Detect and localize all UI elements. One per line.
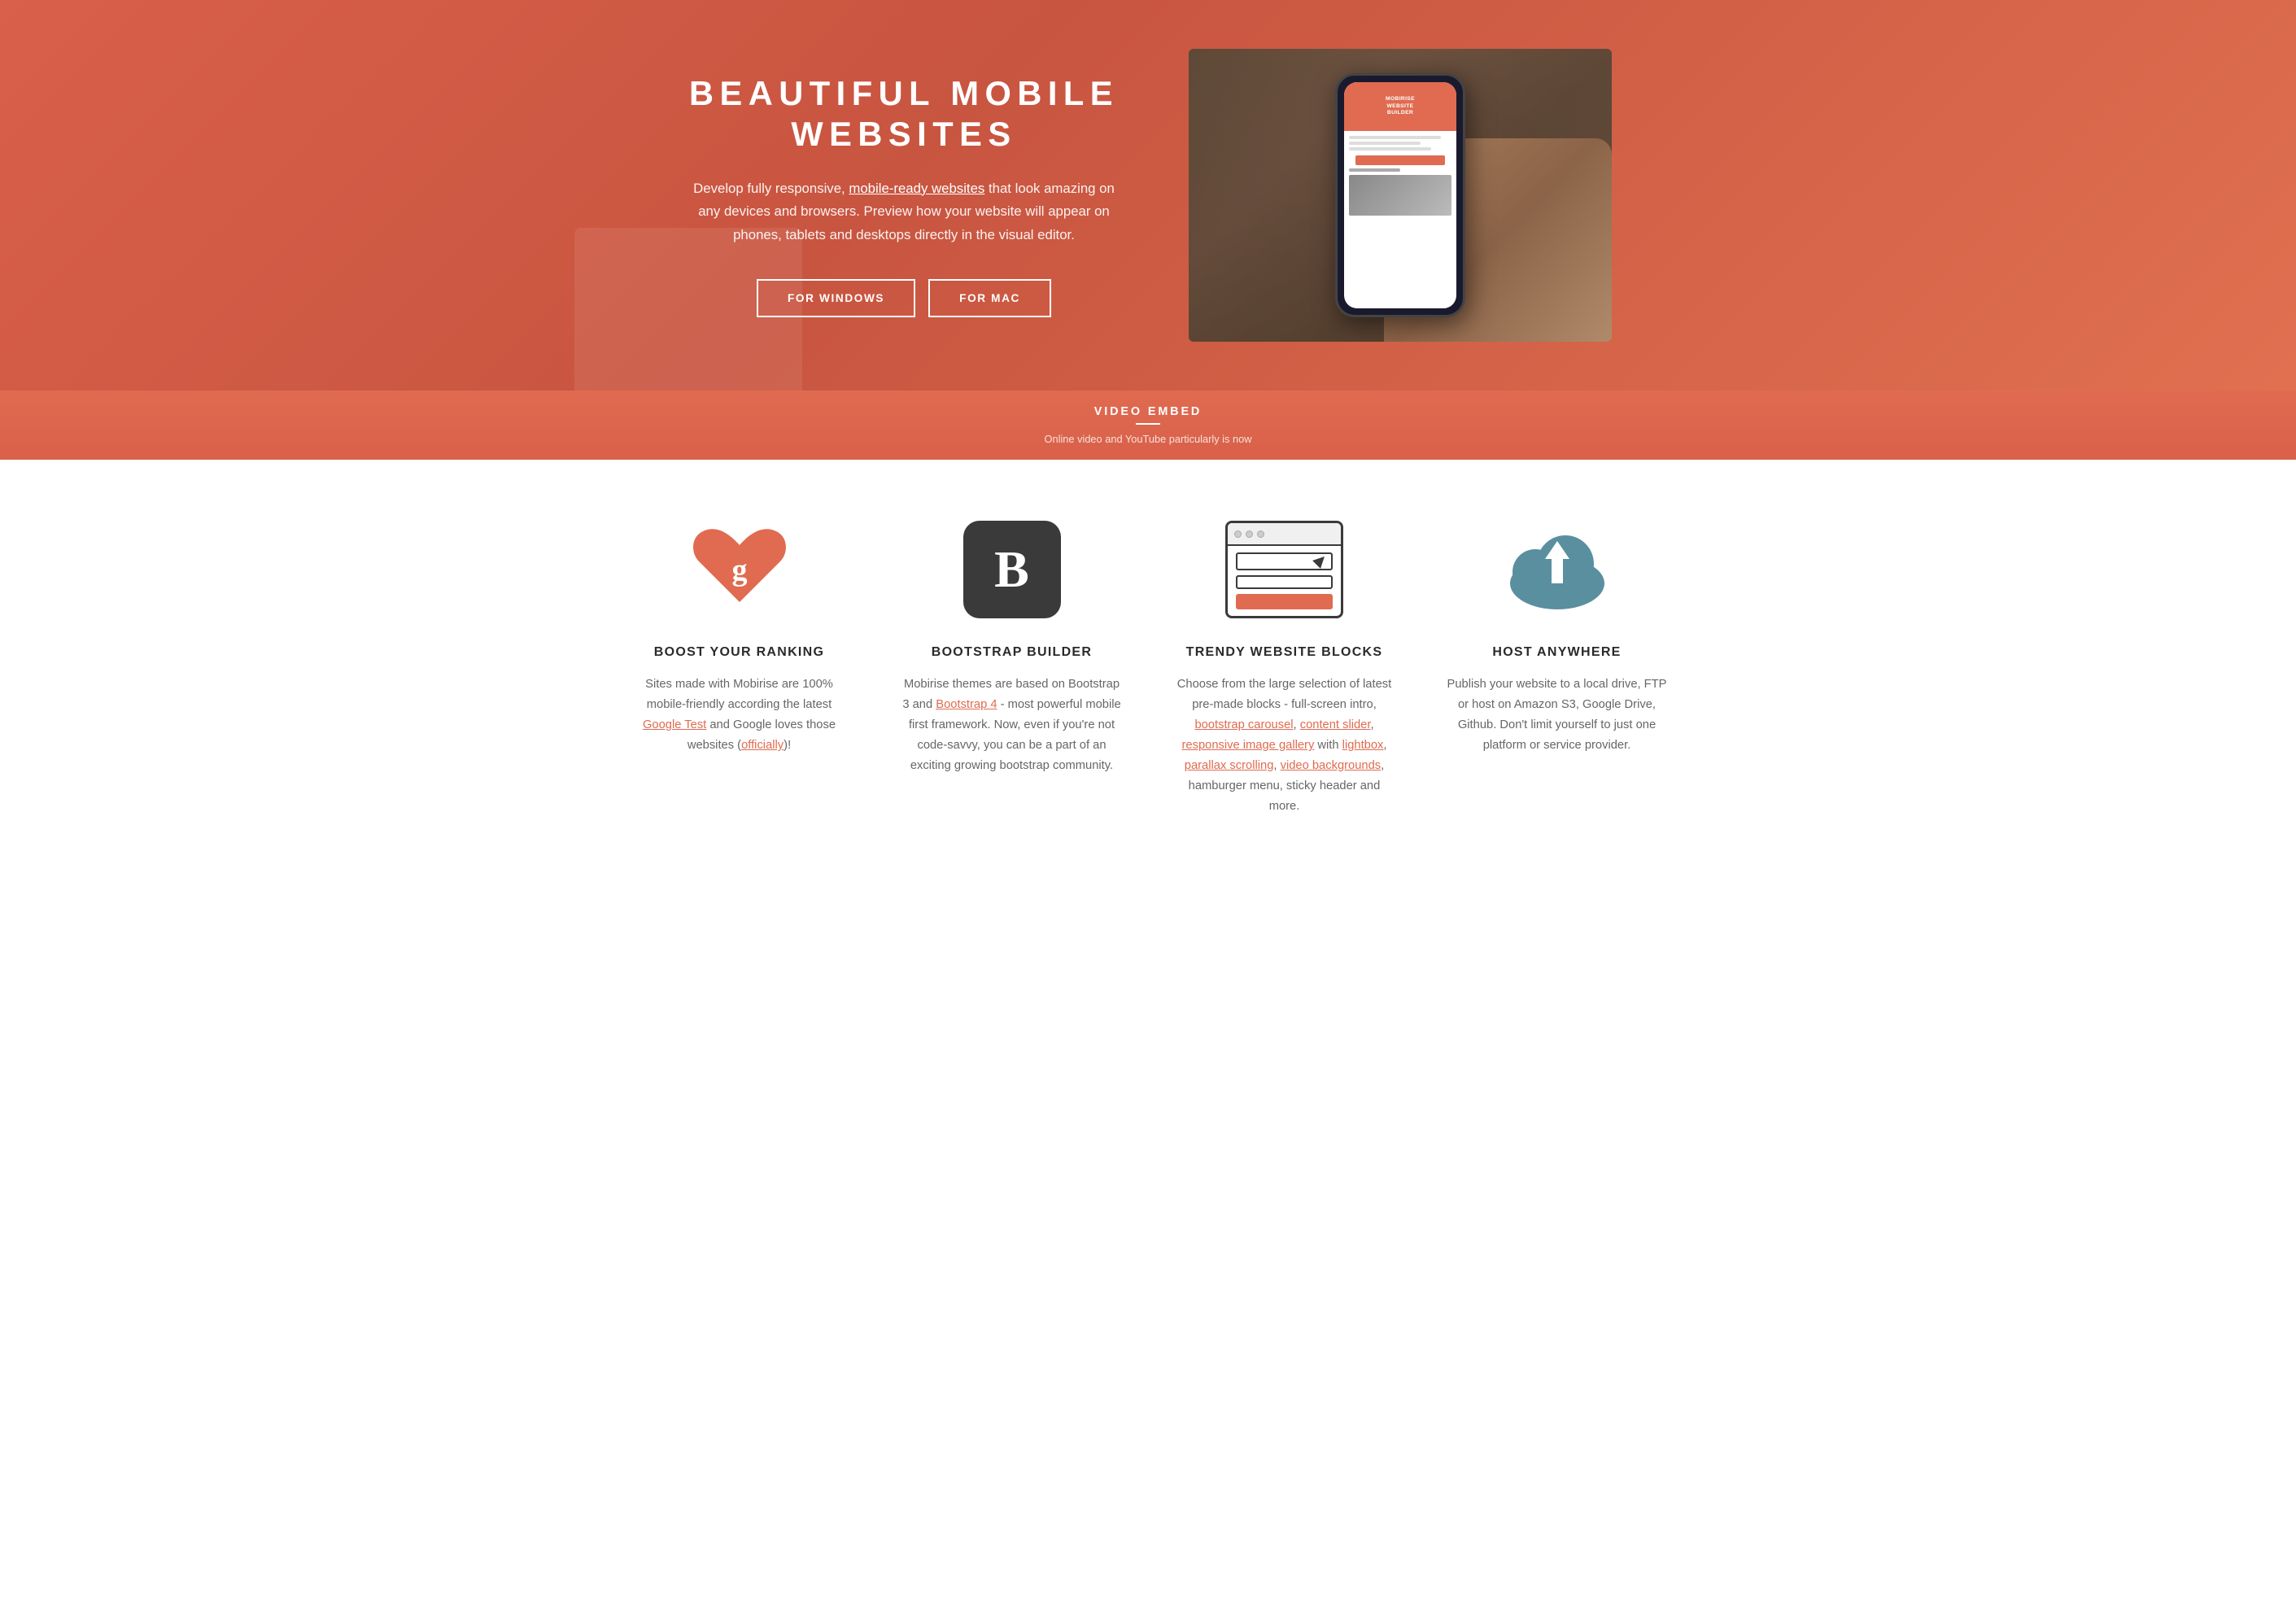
hero-buttons: FOR WINDOWS FOR MAC xyxy=(652,279,1156,317)
boost-desc-text3: )! xyxy=(784,739,791,752)
mobile-ready-link[interactable]: mobile-ready websites xyxy=(849,181,984,196)
trendy-sep3: , xyxy=(1383,739,1386,752)
boost-desc-text1: Sites made with Mobirise are 100% mobile… xyxy=(645,678,833,711)
browser-body xyxy=(1228,546,1341,616)
phone-screen-line1 xyxy=(1349,136,1441,139)
bootstrap-builder-title: BOOTSTRAP BUILDER xyxy=(900,645,1124,660)
phone-screen-line3 xyxy=(1349,147,1431,151)
hero-content: BEAUTIFUL MOBILE WEBSITES Develop fully … xyxy=(619,0,1677,391)
trendy-desc-text2: with xyxy=(1314,739,1342,752)
video-embed-title: VIDEO EMBED xyxy=(33,405,2263,418)
bootstrap-builder-desc: Mobirise themes are based on Bootstrap 3… xyxy=(900,674,1124,776)
feature-host-anywhere: HOST ANYWHERE Publish your website to a … xyxy=(1437,517,1677,817)
boost-ranking-title: BOOST YOUR RANKING xyxy=(627,645,851,660)
hero-description: Develop fully responsive, mobile-ready w… xyxy=(692,177,1115,247)
video-bg-link[interactable]: video backgrounds xyxy=(1281,759,1382,772)
browser-footer-block xyxy=(1236,594,1333,609)
phone-screen-line4 xyxy=(1349,168,1400,172)
feature-boost-ranking: g BOOST YOUR RANKING Sites made with Mob… xyxy=(619,517,859,817)
video-embed-strip: VIDEO EMBED Online video and YouTube par… xyxy=(0,391,2296,460)
features-grid: g BOOST YOUR RANKING Sites made with Mob… xyxy=(619,517,1677,817)
boost-ranking-icon-wrap: g xyxy=(627,517,851,622)
browser-dot1 xyxy=(1234,530,1242,538)
feature-bootstrap-builder: B BOOTSTRAP BUILDER Mobirise themes are … xyxy=(892,517,1132,817)
hero-right-panel: MOBIRISEWEBSITEBUILDER xyxy=(1189,49,1612,342)
hero-section: BEAUTIFUL MOBILE WEBSITES Develop fully … xyxy=(0,0,2296,391)
hero-left-panel: BEAUTIFUL MOBILE WEBSITES Develop fully … xyxy=(652,73,1156,317)
hero-desc-text1: Develop fully responsive, xyxy=(693,181,849,196)
hero-phone-image: MOBIRISEWEBSITEBUILDER xyxy=(1189,49,1612,342)
boost-ranking-desc: Sites made with Mobirise are 100% mobile… xyxy=(627,674,851,756)
heart-icon: g xyxy=(691,525,788,614)
browser-dot3 xyxy=(1257,530,1264,538)
browser-dot2 xyxy=(1246,530,1253,538)
phone-screen: MOBIRISEWEBSITEBUILDER xyxy=(1344,82,1456,308)
phone-screen-body xyxy=(1344,131,1456,220)
svg-text:g: g xyxy=(731,553,747,587)
bootstrap-icon: B xyxy=(963,521,1061,618)
browser-nav xyxy=(1236,552,1333,570)
trendy-blocks-desc: Choose from the large selection of lates… xyxy=(1172,674,1396,817)
cursor-arrow xyxy=(1312,552,1329,569)
content-slider-link[interactable]: content slider xyxy=(1300,718,1371,731)
phone-mockup: MOBIRISEWEBSITEBUILDER xyxy=(1335,73,1465,317)
trendy-sep1: , xyxy=(1294,718,1300,731)
browser-nav-block xyxy=(1236,552,1333,570)
features-section: g BOOST YOUR RANKING Sites made with Mob… xyxy=(0,460,2296,882)
bootstrap-carousel-link[interactable]: bootstrap carousel xyxy=(1194,718,1293,731)
bootstrap-b-letter: B xyxy=(994,543,1029,596)
phone-screen-button xyxy=(1355,155,1445,165)
trendy-desc-text1: Choose from the large selection of lates… xyxy=(1177,678,1391,711)
phone-screen-line2 xyxy=(1349,142,1421,145)
browser-top-bar xyxy=(1228,523,1341,546)
host-anywhere-icon-wrap xyxy=(1445,517,1669,622)
windows-button[interactable]: FOR WINDOWS xyxy=(757,279,915,317)
host-anywhere-desc: Publish your website to a local drive, F… xyxy=(1445,674,1669,756)
phone-screen-header: MOBIRISEWEBSITEBUILDER xyxy=(1344,82,1456,131)
parallax-link[interactable]: parallax scrolling xyxy=(1185,759,1274,772)
responsive-gallery-link[interactable]: responsive image gallery xyxy=(1182,739,1315,752)
trendy-blocks-icon-wrap xyxy=(1172,517,1396,622)
trendy-sep4: , xyxy=(1273,759,1280,772)
lightbox-link[interactable]: lightbox xyxy=(1342,739,1384,752)
host-anywhere-title: HOST ANYWHERE xyxy=(1445,645,1669,660)
video-embed-desc: Online video and YouTube particularly is… xyxy=(945,433,1351,445)
hero-title: BEAUTIFUL MOBILE WEBSITES xyxy=(652,73,1156,155)
browser-blocks-icon xyxy=(1225,521,1343,618)
feature-trendy-blocks: TRENDY WEBSITE BLOCKS Choose from the la… xyxy=(1164,517,1404,817)
browser-content-block xyxy=(1236,575,1333,589)
bootstrap-builder-icon-wrap: B xyxy=(900,517,1124,622)
video-embed-divider xyxy=(1136,423,1160,425)
trendy-sep2: , xyxy=(1370,718,1373,731)
officially-link[interactable]: officially xyxy=(741,739,784,752)
google-test-link[interactable]: Google Test xyxy=(643,718,706,731)
trendy-blocks-title: TRENDY WEBSITE BLOCKS xyxy=(1172,645,1396,660)
phone-screen-image xyxy=(1349,175,1451,216)
bootstrap4-link[interactable]: Bootstrap 4 xyxy=(936,698,997,711)
cloud-upload-icon xyxy=(1504,525,1610,614)
mac-button[interactable]: FOR MAC xyxy=(928,279,1051,317)
phone-screen-title: MOBIRISEWEBSITEBUILDER xyxy=(1386,96,1415,117)
